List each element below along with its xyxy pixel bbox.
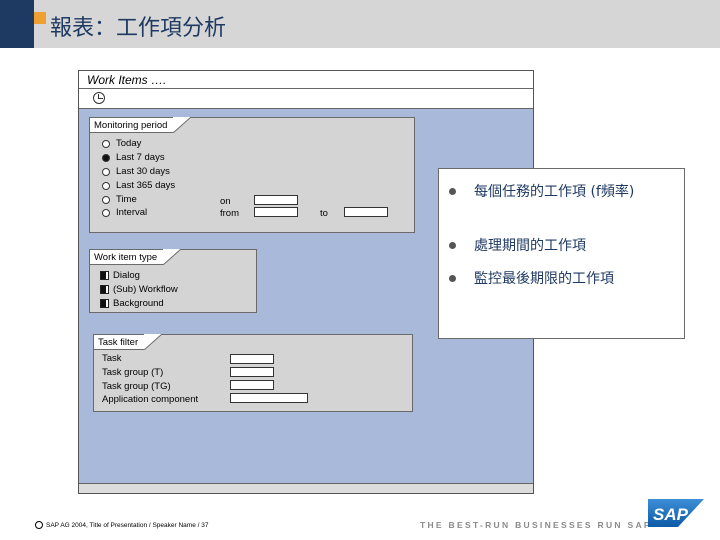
on-label: on	[220, 196, 231, 207]
footer-text: SAP AG 2004, Title of Presentation / Spe…	[46, 522, 209, 529]
bullet-dot	[449, 275, 456, 282]
task-filter-group: Task filter Task Task group (T) Task gro…	[93, 334, 413, 412]
task-group-tg-field[interactable]	[230, 380, 274, 390]
radio-last-30-days[interactable]: Last 30 days	[102, 166, 170, 177]
title-accent-block	[0, 0, 34, 48]
radio-button-selected[interactable]	[102, 153, 110, 162]
radio-label: Time	[116, 194, 137, 205]
to-label: to	[320, 208, 328, 219]
checkbox-sub-workflow[interactable]: (Sub) Workflow	[100, 284, 178, 295]
application-component-label: Application component	[102, 394, 199, 405]
radio-interval[interactable]: Interval	[102, 207, 147, 218]
task-field[interactable]	[230, 354, 274, 364]
checkbox-label: (Sub) Workflow	[113, 284, 178, 295]
task-filter-tab: Task filter	[93, 334, 163, 350]
interval-to-field[interactable]	[344, 207, 388, 217]
window-status-bar	[79, 483, 533, 493]
bullet-item: 處理期間的工作項	[449, 237, 664, 256]
radio-today[interactable]: Today	[102, 138, 141, 149]
sap-logo: SAP	[648, 499, 704, 527]
task-filter-label: Task filter	[98, 337, 139, 348]
monitoring-period-label: Monitoring period	[94, 120, 168, 131]
copyright-icon	[35, 521, 43, 529]
radio-time[interactable]: Time	[102, 194, 137, 205]
task-group-t-label: Task group (T)	[102, 367, 164, 378]
checkbox[interactable]	[100, 271, 109, 280]
logo-text: SAP	[653, 505, 689, 524]
clock-icon[interactable]	[93, 92, 105, 104]
radio-button[interactable]	[102, 139, 110, 148]
task-label: Task	[102, 353, 122, 364]
radio-button[interactable]	[102, 181, 110, 190]
monitoring-period-tab: Monitoring period	[89, 117, 192, 133]
radio-label: Last 30 days	[116, 166, 170, 177]
task-group-tg-label: Task group (TG)	[102, 381, 171, 392]
checkbox-background[interactable]: Background	[100, 298, 164, 309]
time-on-field[interactable]	[254, 195, 298, 205]
from-label: from	[220, 208, 239, 219]
application-component-field[interactable]	[230, 393, 308, 403]
slogan: THE BEST-RUN BUSINESSES RUN SAP	[420, 520, 652, 530]
bullet-dot	[449, 188, 456, 195]
bullet-item: 監控最後期限的工作項	[449, 270, 664, 289]
checkbox-label: Dialog	[113, 270, 140, 281]
work-item-type-tab: Work item type	[89, 249, 182, 265]
bullet-text: 處理期間的工作項	[474, 238, 586, 254]
bullet-text: 監控最後期限的工作項	[474, 271, 614, 287]
interval-from-field[interactable]	[254, 207, 298, 217]
radio-last-365-days[interactable]: Last 365 days	[102, 180, 175, 191]
checkbox[interactable]	[100, 285, 109, 294]
work-item-type-label: Work item type	[94, 252, 158, 263]
window-title: Work Items ….	[79, 71, 533, 89]
title-orange-square	[34, 12, 46, 24]
title-bar: 報表：工作項分析	[0, 0, 720, 48]
monitoring-period-group: Monitoring period Today Last 7 days Last…	[89, 117, 415, 233]
bullet-dot	[449, 242, 456, 249]
checkbox-label: Background	[113, 298, 164, 309]
window-toolbar	[79, 89, 533, 109]
radio-label: Today	[116, 138, 142, 149]
slide-title: 報表：工作項分析	[50, 16, 227, 41]
task-group-t-field[interactable]	[230, 367, 274, 377]
radio-label: Interval	[116, 207, 148, 218]
radio-label: Last 365 days	[116, 180, 176, 191]
radio-last-7-days[interactable]: Last 7 days	[102, 152, 165, 163]
radio-button[interactable]	[102, 195, 110, 204]
checkbox[interactable]	[100, 299, 109, 308]
bullet-text: 每個任務的工作項 (f頻率)	[474, 184, 635, 200]
radio-label: Last 7 days	[116, 152, 165, 163]
checkbox-dialog[interactable]: Dialog	[100, 270, 140, 281]
bullet-box: 每個任務的工作項 (f頻率) 處理期間的工作項 監控最後期限的工作項	[438, 168, 685, 339]
radio-button[interactable]	[102, 208, 110, 217]
radio-button[interactable]	[102, 167, 110, 176]
bullet-item: 每個任務的工作項 (f頻率)	[449, 183, 664, 202]
work-item-type-group: Work item type Dialog (Sub) Workflow Bac…	[89, 249, 257, 313]
